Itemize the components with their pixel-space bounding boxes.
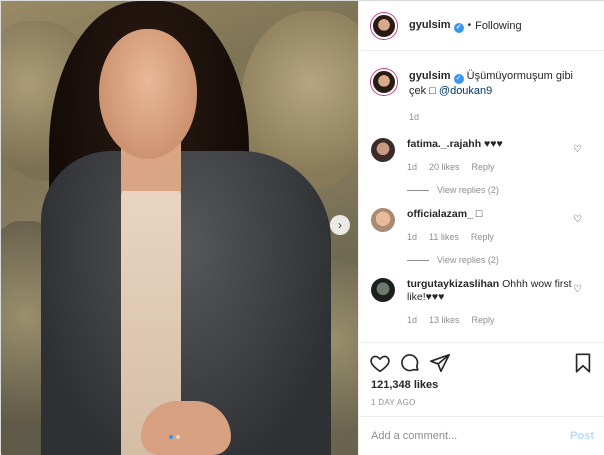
post-photo[interactable]: › bbox=[1, 1, 358, 455]
caption-avatar[interactable] bbox=[371, 69, 397, 95]
carousel-dot bbox=[176, 435, 180, 439]
replies-divider bbox=[407, 189, 429, 191]
comment-bubble-icon[interactable] bbox=[399, 352, 421, 374]
view-replies-button[interactable]: View replies (2) bbox=[407, 185, 604, 195]
verified-badge-icon: ✓ bbox=[453, 74, 464, 84]
view-replies-button[interactable]: View replies (2) bbox=[407, 255, 604, 265]
comment-likes[interactable]: 13 likes bbox=[429, 314, 460, 327]
reply-button[interactable]: Reply bbox=[472, 314, 495, 327]
comment-username[interactable]: fatima._.rajahh bbox=[407, 138, 481, 150]
comment-text: ♥♥♥ bbox=[484, 138, 503, 150]
replies-divider bbox=[407, 259, 429, 261]
comment-time[interactable]: 1d bbox=[407, 231, 417, 244]
comment-item: turgutaykizaslihan Ohhh wow first like!♥… bbox=[359, 278, 604, 327]
post-dialog: › gyulsim ✓ • Following gyulsim ✓ Üşümüyor… bbox=[0, 0, 604, 455]
action-bar bbox=[359, 343, 604, 375]
commenter-avatar[interactable] bbox=[371, 208, 395, 232]
carousel-dots bbox=[169, 435, 180, 439]
comment-like-heart-icon[interactable]: ♡ bbox=[573, 144, 582, 155]
comment-username[interactable]: turgutaykizaslihan bbox=[407, 278, 499, 290]
carousel-dot-active bbox=[169, 435, 173, 439]
comment-time[interactable]: 1d bbox=[407, 314, 417, 327]
comment-item: fatima._.rajahh ♥♥♥ 1d 20 likes Reply ♡ bbox=[359, 138, 604, 174]
comment-time[interactable]: 1d bbox=[407, 161, 417, 174]
comments-list[interactable]: gyulsim ✓ Üşümüyormuşum gibi çek □ @douka… bbox=[359, 59, 604, 342]
comment-likes[interactable]: 20 likes bbox=[429, 161, 460, 174]
likes-count[interactable]: 121,348 likes bbox=[359, 375, 604, 391]
photo-subject-face bbox=[99, 29, 197, 159]
comment-username[interactable]: officialazam_ bbox=[407, 208, 473, 220]
next-slide-chevron-right-icon[interactable]: › bbox=[330, 215, 350, 235]
post-side-panel: gyulsim ✓ • Following gyulsim ✓ Üşümüyormu… bbox=[358, 1, 604, 455]
avatar[interactable] bbox=[371, 12, 397, 39]
post-actions: 121,348 likes 1 DAY AGO Post bbox=[359, 342, 604, 454]
commenter-avatar[interactable] bbox=[371, 278, 395, 302]
comment-likes[interactable]: 11 likes bbox=[429, 231, 459, 244]
comment-like-heart-icon[interactable]: ♡ bbox=[573, 214, 582, 225]
caption-tag-icon: □ bbox=[429, 85, 436, 97]
caption-mention-link[interactable]: @doukan9 bbox=[439, 85, 492, 97]
add-comment-bar: Post bbox=[359, 416, 604, 454]
verified-badge-icon: ✓ bbox=[453, 22, 464, 33]
comment-item: officialazam_ □ 1d 11 likes Reply ♡ bbox=[359, 208, 604, 244]
caption-time[interactable]: 1d bbox=[409, 110, 584, 124]
header-username[interactable]: gyulsim ✓ bbox=[409, 19, 464, 33]
caption-username[interactable]: gyulsim bbox=[409, 70, 451, 82]
photo-subject-hand bbox=[141, 401, 231, 455]
bookmark-icon[interactable] bbox=[572, 352, 594, 374]
view-replies-label[interactable]: View replies (2) bbox=[437, 185, 499, 195]
view-replies-label[interactable]: View replies (2) bbox=[437, 255, 499, 265]
reply-button[interactable]: Reply bbox=[471, 231, 494, 244]
comment-input[interactable] bbox=[371, 429, 571, 442]
reply-button[interactable]: Reply bbox=[472, 161, 495, 174]
post-header: gyulsim ✓ • Following bbox=[359, 1, 604, 51]
comment-like-heart-icon[interactable]: ♡ bbox=[573, 284, 582, 295]
post-comment-button[interactable]: Post bbox=[570, 430, 594, 442]
header-separator: • bbox=[467, 20, 472, 31]
comment-text: □ bbox=[475, 208, 483, 220]
paper-plane-icon[interactable] bbox=[429, 352, 451, 374]
post-date[interactable]: 1 DAY AGO bbox=[359, 391, 604, 407]
header-username-text[interactable]: gyulsim bbox=[409, 19, 451, 31]
heart-outline-icon[interactable] bbox=[369, 352, 391, 374]
following-button[interactable]: Following bbox=[475, 20, 521, 32]
caption: gyulsim ✓ Üşümüyormuşum gibi çek □ @douka… bbox=[359, 59, 604, 124]
commenter-avatar[interactable] bbox=[371, 138, 395, 162]
